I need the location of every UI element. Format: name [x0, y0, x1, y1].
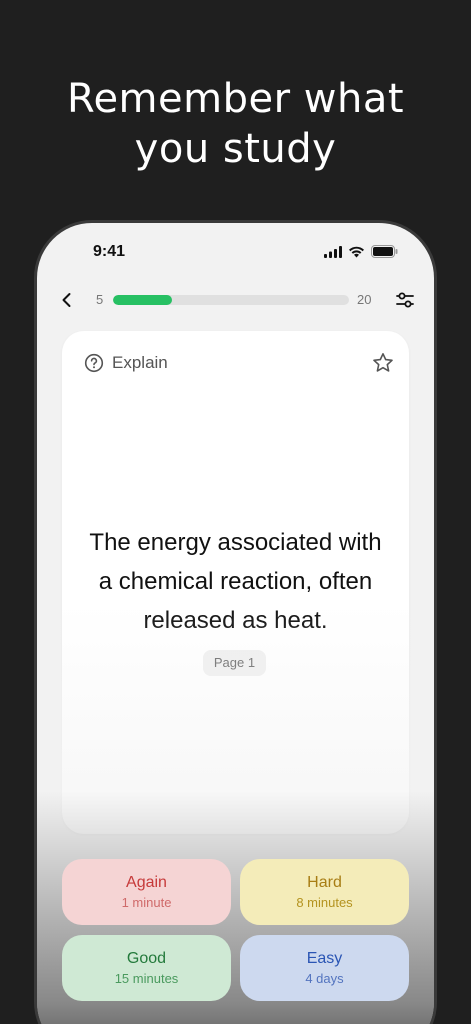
status-icons	[324, 245, 398, 258]
phone-screen: 9:41 5 20 Explain The energy associated …	[37, 223, 434, 1024]
marketing-headline: Remember what you study	[0, 74, 471, 174]
easy-interval: 4 days	[305, 971, 344, 986]
progress-total: 20	[357, 292, 372, 307]
settings-sliders-icon[interactable]	[394, 289, 416, 311]
battery-icon	[371, 245, 398, 258]
headline-line-1: Remember what	[66, 76, 405, 122]
signal-icon	[324, 245, 342, 258]
hard-label: Hard	[307, 874, 342, 891]
page-badge: Page 1	[203, 650, 266, 676]
again-label: Again	[126, 874, 167, 891]
again-interval: 1 minute	[121, 895, 172, 910]
status-bar: 9:41	[37, 241, 434, 267]
headline-line-2: you study	[134, 126, 337, 172]
hard-button[interactable]: Hard 8 minutes	[240, 859, 409, 925]
easy-label: Easy	[306, 950, 343, 967]
card-front-text: The energy associated with a chemical re…	[89, 529, 382, 634]
progress-current: 5	[96, 292, 104, 307]
good-interval: 15 minutes	[114, 971, 179, 986]
progress-fill	[113, 295, 172, 305]
review-toolbar: 5 20	[37, 289, 434, 313]
status-time: 9:41	[93, 243, 126, 260]
progress-bar	[113, 295, 349, 305]
star-icon[interactable]	[371, 351, 395, 375]
hard-interval: 8 minutes	[296, 895, 353, 910]
good-button[interactable]: Good 15 minutes	[62, 935, 231, 1001]
wifi-icon	[349, 246, 364, 257]
explain-label: Explain	[112, 353, 168, 372]
phone-frame: 9:41 5 20 Explain The energy associated …	[34, 220, 437, 1024]
flashcard[interactable]: Explain The energy associated with a che…	[62, 331, 409, 834]
again-button[interactable]: Again 1 minute	[62, 859, 231, 925]
good-label: Good	[126, 950, 167, 967]
easy-button[interactable]: Easy 4 days	[240, 935, 409, 1001]
help-circle-icon	[84, 353, 104, 373]
explain-button[interactable]: Explain	[84, 353, 168, 373]
back-chevron-icon[interactable]	[57, 289, 77, 311]
